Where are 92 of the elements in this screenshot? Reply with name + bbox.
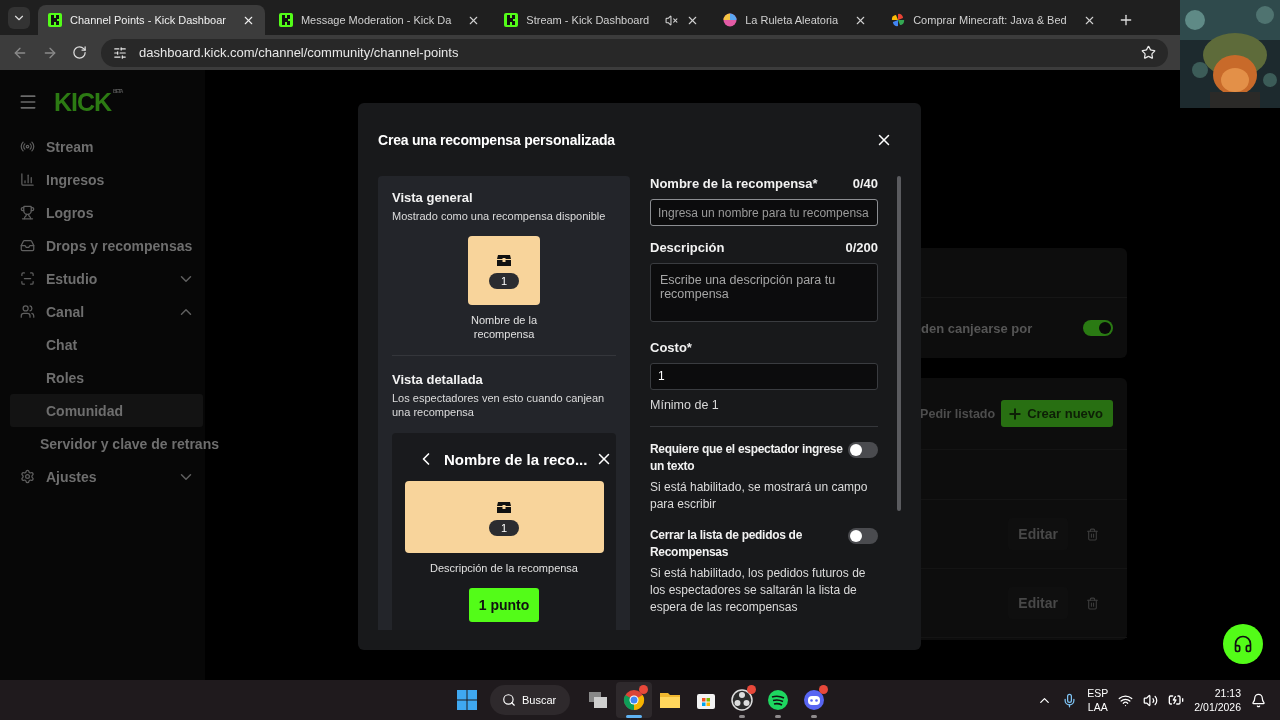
setting-text: den canjearse por: [921, 320, 1033, 336]
microphone-icon[interactable]: [1062, 692, 1078, 708]
broadcast-icon: [20, 139, 35, 154]
sidebar-item[interactable]: Estudio: [10, 262, 203, 295]
language-indicator[interactable]: ESP LAA: [1087, 686, 1109, 714]
sidebar-item[interactable]: Roles: [10, 361, 203, 394]
field-label: Descripción: [650, 240, 725, 256]
wifi-icon[interactable]: [1118, 692, 1134, 708]
cost-pill: 1: [488, 273, 520, 289]
windows-stack-icon: [587, 689, 609, 711]
toggle-description: Si está habilitado, los pedidos futuros de los espectadores se saltarán la lista de espera de las recompensas: [650, 565, 867, 616]
toggle-switch[interactable]: [848, 442, 878, 458]
char-counter: 0/200: [845, 240, 878, 256]
pinwheel-favicon-icon: [891, 13, 906, 27]
toggle-switch[interactable]: [848, 528, 878, 544]
char-counter: 0/40: [852, 176, 878, 191]
obs-icon: [731, 689, 753, 711]
points-button[interactable]: 1 punto: [468, 588, 540, 622]
detail-title: Nombre de la reco...: [444, 450, 588, 468]
create-button[interactable]: Crear nuevo: [1001, 400, 1113, 427]
toggle-title: Requiere que el espectador ingrese un texto: [650, 441, 844, 475]
battery-icon[interactable]: [1168, 692, 1185, 708]
sidebar-item[interactable]: Servidor y clave de retrans: [10, 427, 227, 460]
kick-favicon-icon: [278, 13, 293, 27]
wheel-favicon-icon: [723, 13, 738, 27]
browser-tab[interactable]: Message Moderation - Kick Da: [268, 5, 491, 35]
search-icon: [502, 693, 516, 707]
sidebar-item[interactable]: Chat: [10, 328, 203, 361]
reward-name: Nombre de la recompensa: [469, 313, 538, 342]
section-description: Los espectadores ven esto cuando canjean una recompensa: [392, 391, 606, 419]
site-settings-icon[interactable]: [113, 45, 127, 60]
chart-icon: [20, 172, 35, 187]
scan-icon: [20, 271, 35, 286]
address-bar[interactable]: dashboard.kick.com/channel/community/channel-points: [101, 38, 1168, 67]
chrome-icon: [623, 689, 645, 711]
volume-icon[interactable]: [1143, 692, 1159, 708]
notification-bell-icon[interactable]: [1251, 692, 1266, 708]
running-indicator: [626, 715, 642, 718]
browser-tab[interactable]: Channel Points - Kick Dashboar: [38, 5, 265, 35]
notification-dot: [747, 685, 756, 694]
kick-favicon-icon: [48, 13, 62, 27]
clock[interactable]: 21:13 2/01/2026: [1194, 686, 1241, 714]
name-input-field[interactable]: Ingresa un nombre para tu recompensa: [650, 199, 878, 227]
running-indicator: [775, 715, 781, 718]
field-label: Costo*: [650, 339, 692, 355]
sidebar-item[interactable]: Drops y recompensas: [10, 229, 203, 262]
logo[interactable]: KICK$^{BETA}$: [54, 87, 123, 117]
toggle-title: Cerrar la lista de pedidos de Recompensas: [650, 527, 804, 561]
spotify-icon: [767, 689, 789, 711]
settings-icon: [20, 469, 35, 484]
reward-description: Descripción de la recompensa: [430, 561, 578, 575]
sidebar-item[interactable]: Stream: [10, 130, 203, 163]
description-field[interactable]: Escribe una descripción para tu recompensa: [650, 263, 878, 322]
muted-speaker-icon[interactable]: [665, 13, 679, 27]
bookmark-star-icon[interactable]: [1141, 45, 1156, 60]
request-list-button[interactable]: Pedir listado: [920, 400, 996, 427]
sidebar-item[interactable]: Comunidad: [10, 394, 203, 427]
menu-icon[interactable]: [18, 92, 38, 112]
browser-tab[interactable]: Comprar Minecraft: Java & Bed: [881, 5, 1106, 35]
running-indicator: [739, 715, 745, 718]
cost-input-field[interactable]: 1: [650, 362, 878, 391]
discord-icon: [803, 689, 825, 711]
tray-icon: [20, 238, 35, 253]
running-indicator: [811, 715, 817, 718]
taskbar-app[interactable]: [616, 682, 652, 718]
dialog-title: Crea una recompensa personalizada: [378, 132, 615, 148]
field-label: Nombre de la recompensa*: [650, 176, 818, 191]
sidebar-item[interactable]: Ajustes: [10, 460, 203, 493]
notification-dot: [639, 685, 648, 694]
taskbar-search[interactable]: Buscar: [490, 685, 570, 715]
section-description: Mostrado como una recompensa disponible: [392, 209, 607, 223]
cost-pill: 1: [488, 519, 520, 536]
users-icon: [20, 304, 35, 319]
trophy-icon: [20, 205, 35, 220]
toggle-description: Si está habilitado, se mostrará un campo para escribir: [650, 479, 869, 513]
windows-start-icon[interactable]: [456, 689, 478, 711]
sidebar-item[interactable]: Canal: [10, 295, 203, 328]
browser-tab[interactable]: Stream - Kick Dashboard: [494, 5, 710, 35]
sidebar-item[interactable]: Logros: [10, 196, 203, 229]
section-title: Vista general: [392, 190, 474, 205]
browser-tab[interactable]: La Ruleta Aleatoria: [713, 5, 878, 35]
section-title: Vista detallada: [392, 372, 484, 387]
scrollbar[interactable]: [897, 176, 901, 511]
sidebar-item[interactable]: Ingresos: [10, 163, 203, 196]
toggle-switch[interactable]: [1083, 320, 1113, 336]
headset-icon: [1233, 634, 1253, 654]
notification-dot: [819, 685, 828, 694]
field-hint: Mínimo de 1: [650, 398, 720, 413]
kick-favicon-icon: [504, 13, 519, 27]
tab-list-button[interactable]: [8, 7, 30, 29]
reload-icon[interactable]: [72, 45, 87, 60]
chest-icon: [496, 252, 512, 266]
